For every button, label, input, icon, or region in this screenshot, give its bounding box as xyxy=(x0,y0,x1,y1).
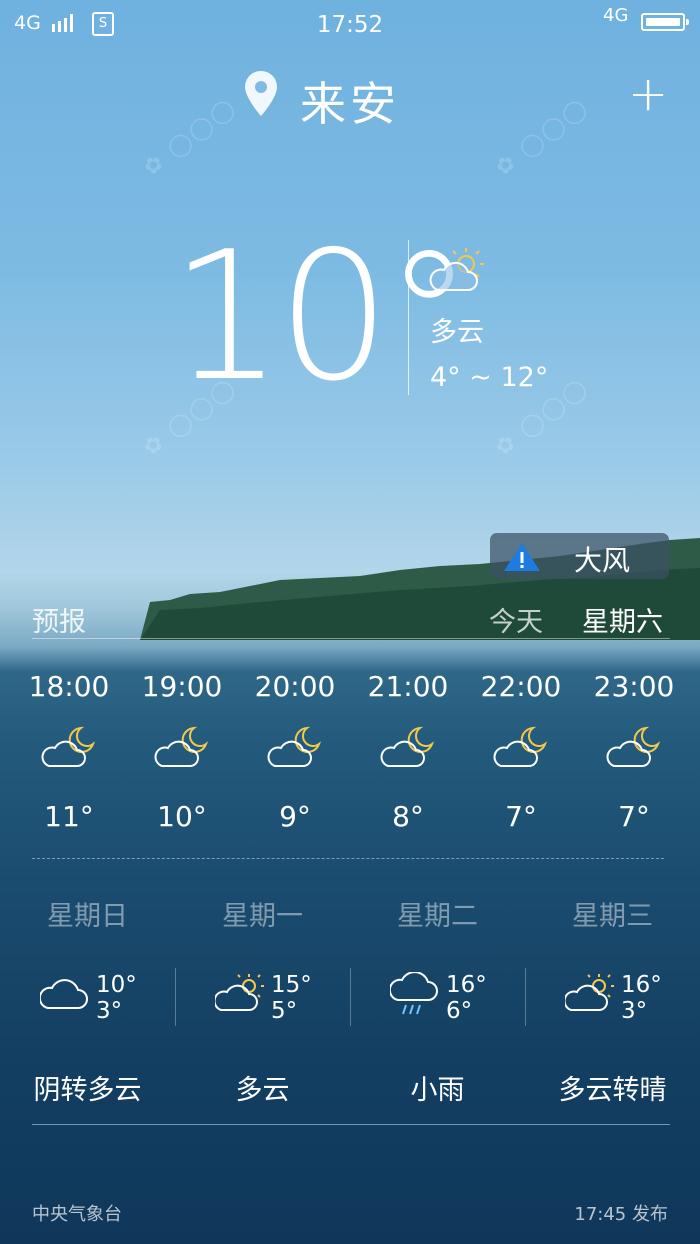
current-condition: 多云 xyxy=(430,317,484,348)
cloud-moon-icon xyxy=(239,724,351,774)
hour-temperature: 7° xyxy=(505,800,537,833)
day-condition: 阴转多云 xyxy=(33,1075,142,1106)
day-temperature-range: 16° 6° xyxy=(446,972,487,1024)
cloud-sun-icon xyxy=(563,972,617,1018)
day-low: 6° xyxy=(446,998,473,1024)
status-bar: 4G S 17:52 4G xyxy=(0,0,700,48)
add-city-button[interactable]: + xyxy=(628,70,668,118)
cloud-moon-icon xyxy=(465,724,577,774)
divider xyxy=(32,1124,670,1125)
divider xyxy=(32,638,670,639)
warning-icon xyxy=(504,543,540,571)
hour-temperature: 10° xyxy=(157,800,207,833)
day-high: 15° xyxy=(271,972,312,998)
hour-time: 20:00 xyxy=(254,670,336,703)
cloud-sun-icon xyxy=(429,248,484,291)
cloud-sun-icon xyxy=(213,972,267,1018)
weather-alert-badge[interactable]: 大风 xyxy=(490,533,669,579)
tab-saturday[interactable]: 星期六 xyxy=(582,600,663,639)
divider xyxy=(525,968,526,1026)
hour-time: 23:00 xyxy=(593,670,675,703)
hour-temperature: 7° xyxy=(618,800,650,833)
day-high: 16° xyxy=(621,972,662,998)
hour-time: 19:00 xyxy=(141,670,223,703)
divider xyxy=(350,968,351,1026)
day-low: 3° xyxy=(621,998,648,1024)
day-low: 5° xyxy=(271,998,298,1024)
hour-temperature: 8° xyxy=(392,800,424,833)
cloud-rain-icon xyxy=(388,971,440,1022)
day-name: 星期二 xyxy=(397,901,478,932)
hour-time: 21:00 xyxy=(367,670,449,703)
cloud-icon xyxy=(38,972,90,1016)
divider xyxy=(32,858,664,859)
cloud-moon-icon xyxy=(578,724,690,774)
day-temperature-range: 10° 3° xyxy=(96,972,137,1024)
network-type-secondary: 4G xyxy=(603,5,629,26)
hour-time: 18:00 xyxy=(28,670,110,703)
divider xyxy=(408,240,409,395)
day-condition: 多云 xyxy=(235,1075,290,1106)
tab-today[interactable]: 今天 xyxy=(489,600,543,639)
publish-time: 17:45 发布 xyxy=(574,1204,668,1225)
day-temperature-range: 15° 5° xyxy=(271,972,312,1024)
cloud-moon-icon xyxy=(13,724,125,774)
hour-temperature: 11° xyxy=(44,800,94,833)
day-low: 3° xyxy=(96,998,123,1024)
forecast-label: 预报 xyxy=(32,607,86,638)
alert-label: 大风 xyxy=(574,544,631,577)
cloud-moon-icon xyxy=(126,724,238,774)
day-name: 星期三 xyxy=(572,901,653,932)
day-high: 10° xyxy=(96,972,137,998)
data-source: 中央气象台 xyxy=(32,1204,122,1225)
day-temperature-range: 16° 3° xyxy=(621,972,662,1024)
day-high: 16° xyxy=(446,972,487,998)
current-temperature: 10° xyxy=(170,213,473,420)
current-range: 4° ~ 12° xyxy=(430,362,549,393)
hour-time: 22:00 xyxy=(480,670,562,703)
divider xyxy=(175,968,176,1026)
day-condition: 多云转晴 xyxy=(558,1075,667,1106)
city-name[interactable]: 来安 xyxy=(0,68,700,134)
battery-icon xyxy=(641,13,689,31)
status-time: 17:52 xyxy=(316,12,384,38)
day-condition: 小雨 xyxy=(410,1075,465,1106)
cloud-moon-icon xyxy=(352,724,464,774)
day-name: 星期一 xyxy=(222,901,303,932)
day-name: 星期日 xyxy=(47,901,128,932)
hour-temperature: 9° xyxy=(279,800,311,833)
